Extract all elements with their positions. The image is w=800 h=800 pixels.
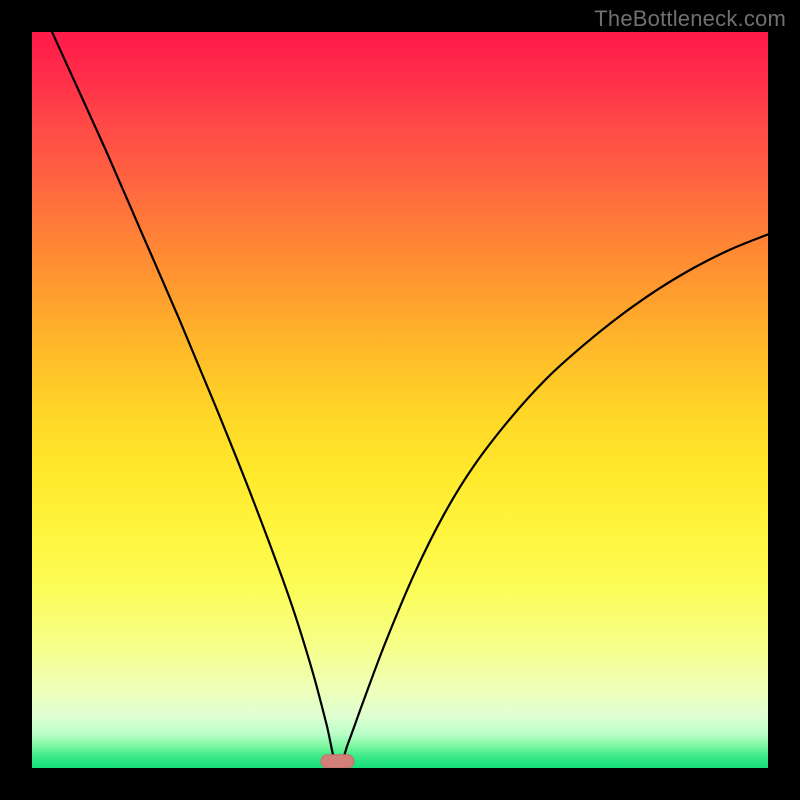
minimum-marker bbox=[321, 755, 354, 768]
chart-frame: TheBottleneck.com bbox=[0, 0, 800, 800]
bottleneck-curve bbox=[32, 32, 768, 768]
plot-area bbox=[32, 32, 768, 768]
curve-layer bbox=[32, 32, 768, 768]
watermark-text: TheBottleneck.com bbox=[594, 6, 786, 32]
